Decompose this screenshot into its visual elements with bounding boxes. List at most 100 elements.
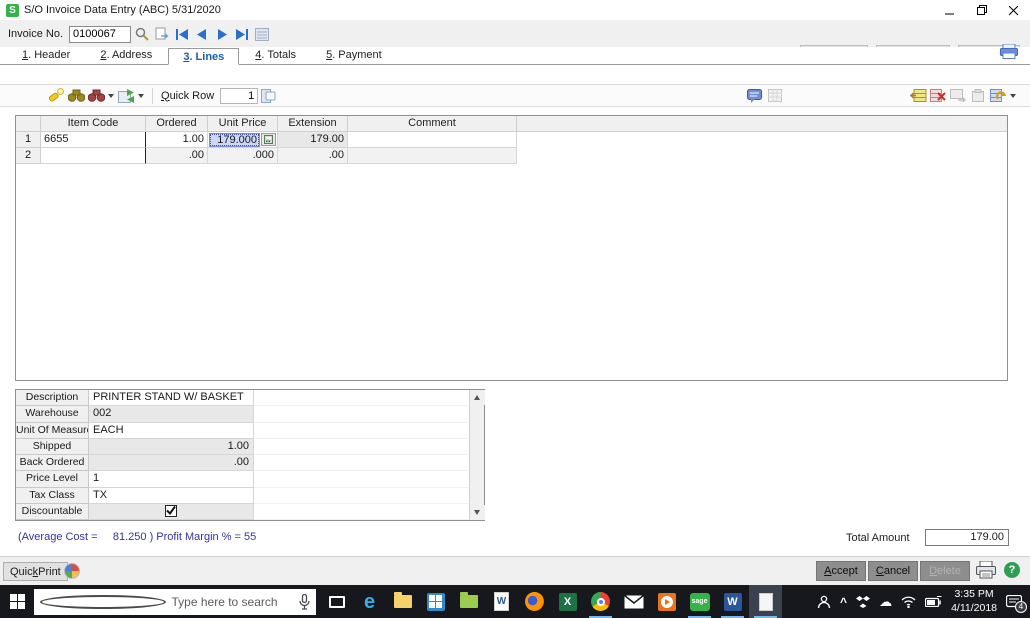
cell-comment[interactable] xyxy=(348,148,517,164)
description-value[interactable]: PRINTER STAND W/ BASKET xyxy=(89,390,254,407)
sage-icon[interactable]: sage xyxy=(683,585,716,618)
movies-tv-icon[interactable] xyxy=(650,585,683,618)
start-button[interactable] xyxy=(0,585,34,618)
task-view-icon[interactable] xyxy=(320,585,353,618)
minimize-button[interactable] xyxy=(934,0,966,21)
cell-extension: .00 xyxy=(278,148,348,164)
help-icon[interactable]: ? xyxy=(1004,562,1020,578)
unit-price-selected-value[interactable]: 179.000 xyxy=(209,132,260,147)
quick-row-input[interactable] xyxy=(220,87,259,104)
grid-options-icon[interactable] xyxy=(117,88,135,104)
row-number[interactable]: 2 xyxy=(16,148,41,164)
quick-print-button[interactable]: Quic k Print xyxy=(3,562,68,581)
comment-icon[interactable] xyxy=(746,88,764,104)
print-icon[interactable] xyxy=(976,560,996,582)
memo-icon[interactable] xyxy=(253,26,271,42)
cell-comment[interactable] xyxy=(348,132,517,148)
wifi-icon[interactable] xyxy=(901,596,916,608)
microsoft-store-icon[interactable] xyxy=(419,585,452,618)
checkbox-checked-icon[interactable] xyxy=(165,504,177,517)
find-dropdown-caret-icon[interactable] xyxy=(108,93,114,98)
lookup-icon[interactable] xyxy=(133,26,151,42)
delete-row-icon[interactable] xyxy=(929,88,947,104)
cell-extension: 179.00 xyxy=(278,132,348,148)
tab-payment[interactable]: 5. Payment xyxy=(312,47,396,64)
tab-address[interactable]: 2. Address xyxy=(86,47,166,64)
row-view-icon[interactable] xyxy=(259,88,277,104)
file-explorer-icon[interactable] xyxy=(386,585,419,618)
cell-item-code[interactable]: 6655 xyxy=(41,132,146,148)
tab-lines[interactable]: 3. Lines xyxy=(168,48,240,65)
task-center-icon[interactable] xyxy=(64,563,80,579)
mail-icon[interactable] xyxy=(617,585,650,618)
delete-button[interactable]: Delete xyxy=(920,561,970,581)
next-number-icon[interactable] xyxy=(153,26,171,42)
col-header-unit-price[interactable]: Unit Price xyxy=(208,116,278,132)
col-header-comment[interactable]: Comment xyxy=(348,116,517,132)
last-record-icon[interactable] xyxy=(233,26,251,42)
copy-rows-icon xyxy=(949,88,967,104)
cancel-button[interactable]: Cancel xyxy=(868,561,918,581)
excel-icon[interactable]: X xyxy=(551,585,584,618)
col-header-item-code[interactable]: Item Code xyxy=(41,116,146,132)
chrome-icon[interactable] xyxy=(584,585,617,618)
accept-button[interactable]: Accept xyxy=(816,561,866,581)
insert-row-icon[interactable] xyxy=(909,88,927,104)
windows-taskbar: Type here to search e W X sage W ^ ☁ 3:3… xyxy=(0,585,1030,618)
extended-grid-icon xyxy=(766,88,784,104)
reset-rows-icon[interactable] xyxy=(989,88,1007,104)
maximize-button[interactable] xyxy=(966,0,998,21)
print-listing-icon[interactable] xyxy=(1000,43,1018,62)
reset-dropdown-caret-icon[interactable] xyxy=(1010,93,1016,98)
detail-scrollbar[interactable] xyxy=(469,390,485,520)
cell-ordered[interactable]: .00 xyxy=(146,148,208,164)
onedrive-icon[interactable]: ☁ xyxy=(879,595,892,608)
tab-header[interactable]: 1. Header xyxy=(8,47,84,64)
tab-bar: 1. Header 2. Address 3. Lines 4. Totals … xyxy=(0,47,1030,65)
paste-rows-icon xyxy=(969,88,987,104)
col-header-ordered[interactable]: Ordered xyxy=(146,116,208,132)
green-folder-icon[interactable] xyxy=(452,585,485,618)
taskbar-clock[interactable]: 3:35 PM 4/11/2018 xyxy=(951,588,997,614)
word-document-icon[interactable]: W xyxy=(485,585,518,618)
scroll-up-icon[interactable] xyxy=(469,390,485,405)
first-record-icon[interactable] xyxy=(173,26,191,42)
tax-class-value[interactable]: TX xyxy=(89,487,254,504)
microphone-icon[interactable] xyxy=(299,593,310,610)
notepad-icon[interactable] xyxy=(749,585,782,618)
next-record-icon[interactable] xyxy=(213,26,231,42)
cell-ordered[interactable]: 1.00 xyxy=(146,132,208,148)
previous-record-icon[interactable] xyxy=(193,26,211,42)
cell-item-code[interactable] xyxy=(41,148,146,164)
firefox-icon[interactable] xyxy=(518,585,551,618)
close-button[interactable] xyxy=(998,0,1030,21)
grid-header-row: Item Code Ordered Unit Price Extension C… xyxy=(16,116,1007,132)
col-header-extension[interactable]: Extension xyxy=(278,116,348,132)
calculator-icon[interactable] xyxy=(261,133,276,146)
invoice-no-label: Invoice No. xyxy=(8,28,64,40)
find-binoculars-icon[interactable] xyxy=(67,88,85,104)
price-level-value[interactable]: 1 xyxy=(89,471,254,488)
cell-unit-price[interactable]: 179.000 xyxy=(208,132,278,148)
word-icon[interactable]: W xyxy=(716,585,749,618)
row-number[interactable]: 1 xyxy=(16,132,41,148)
tab-totals[interactable]: 4. Totals xyxy=(241,47,310,64)
cell-unit-price[interactable]: .000 xyxy=(208,148,278,164)
action-center-icon[interactable]: 4 xyxy=(1006,594,1027,613)
item-flashlight-icon[interactable] xyxy=(47,88,65,104)
people-icon[interactable] xyxy=(817,595,831,609)
taskbar-search[interactable]: Type here to search xyxy=(34,588,316,615)
shipped-value[interactable]: 1.00 xyxy=(89,438,254,455)
unit-of-measure-value[interactable]: EACH xyxy=(89,422,254,439)
discountable-checkbox[interactable] xyxy=(89,503,254,520)
dropbox-icon[interactable] xyxy=(856,595,871,608)
options-dropdown-caret-icon[interactable] xyxy=(138,93,144,98)
show-hidden-icons-icon[interactable]: ^ xyxy=(840,596,847,608)
notification-count-badge: 4 xyxy=(1015,600,1027,613)
scroll-down-icon[interactable] xyxy=(469,505,485,520)
warehouse-value[interactable]: 002 xyxy=(89,406,254,423)
battery-icon[interactable] xyxy=(925,596,942,607)
edge-icon[interactable]: e xyxy=(353,585,386,618)
invoice-number-input[interactable] xyxy=(69,25,132,43)
find-row-binoculars-icon[interactable] xyxy=(87,88,105,104)
